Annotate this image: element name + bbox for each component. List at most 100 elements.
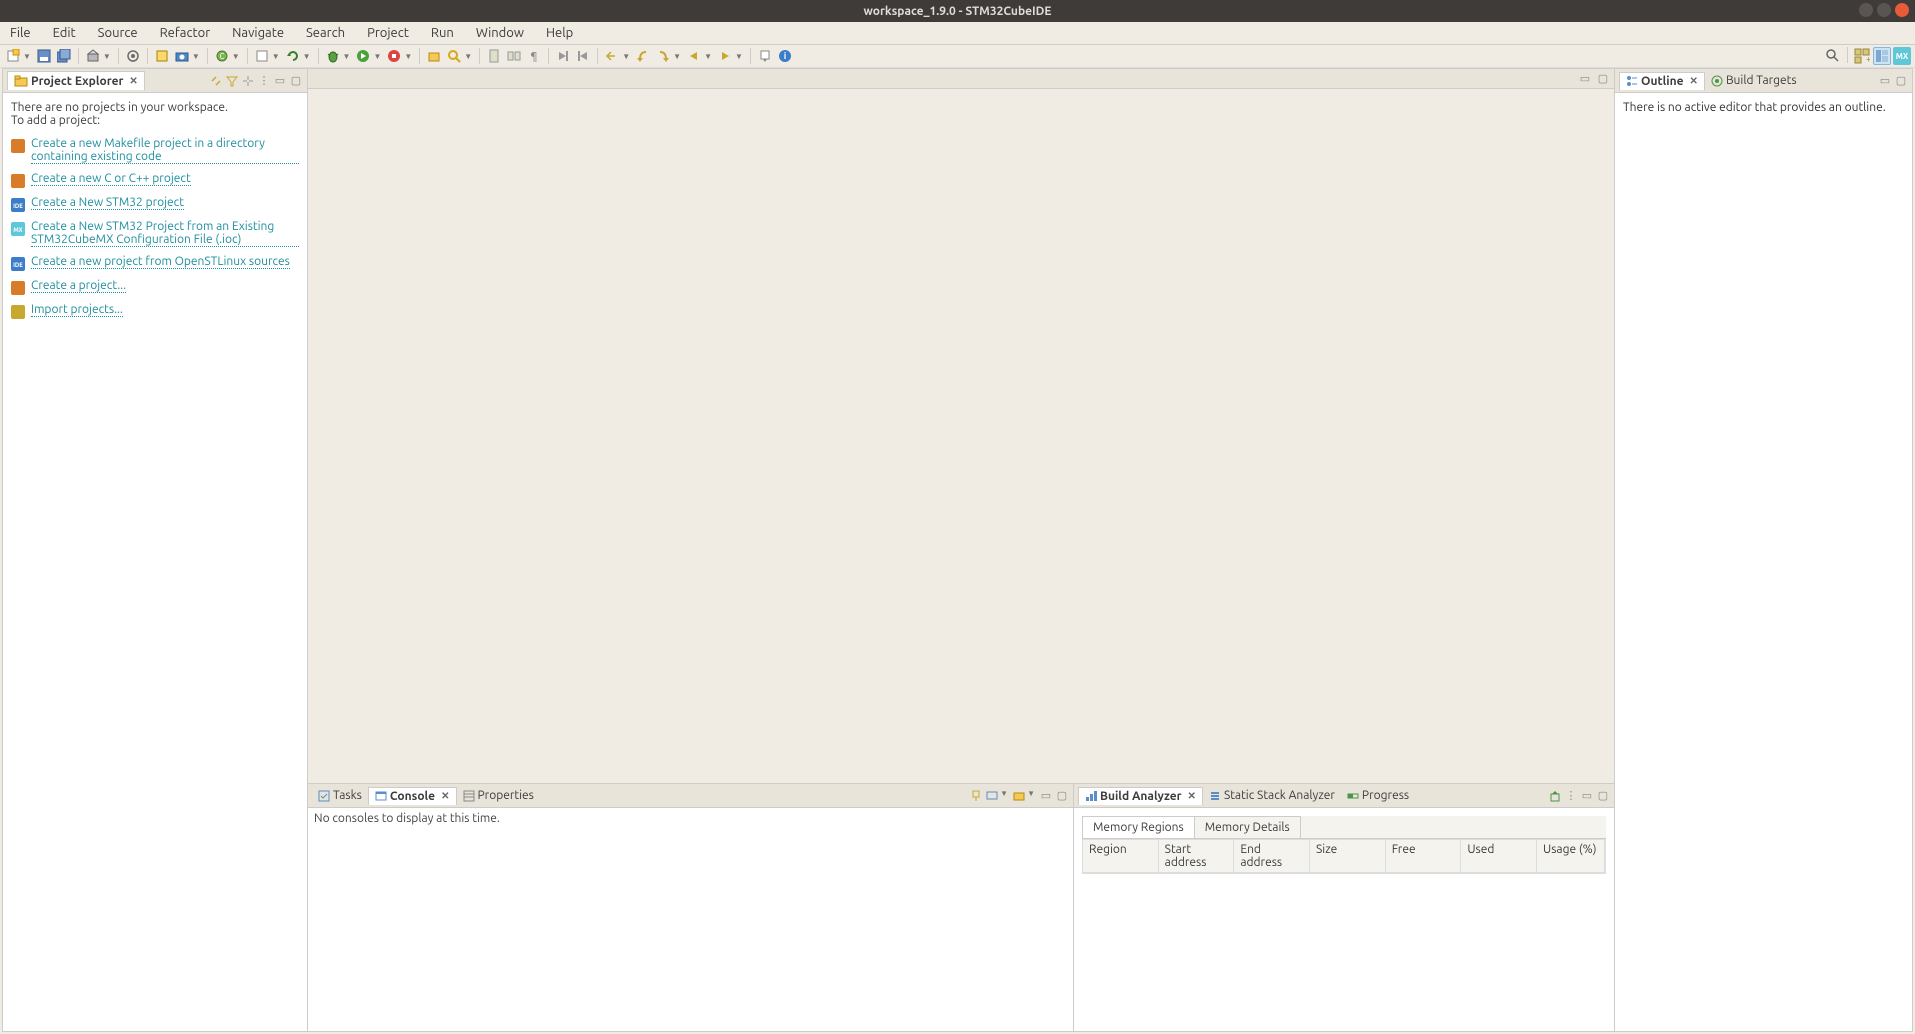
menu-navigate[interactable]: Navigate xyxy=(228,24,288,42)
minimize-icon[interactable]: ▭ xyxy=(1878,74,1892,88)
debug-config-button[interactable] xyxy=(124,47,142,65)
dropdown-icon[interactable]: ▼ xyxy=(622,52,630,61)
minimize-icon[interactable]: ▭ xyxy=(1580,789,1594,803)
maximize-icon[interactable]: ▢ xyxy=(1596,71,1610,85)
close-icon[interactable]: ✕ xyxy=(1188,790,1196,802)
dropdown-icon[interactable]: ▼ xyxy=(103,52,111,61)
focus-icon[interactable] xyxy=(241,74,255,88)
build-analyzer-tab[interactable]: Build Analyzer ✕ xyxy=(1078,787,1203,805)
menu-file[interactable]: File xyxy=(6,24,35,42)
tasks-tab[interactable]: Tasks xyxy=(312,787,368,804)
static-stack-tab[interactable]: Static Stack Analyzer xyxy=(1203,787,1341,804)
project-link[interactable]: Create a New STM32 project xyxy=(31,196,184,210)
pin-button[interactable] xyxy=(756,47,774,65)
open-console-icon[interactable] xyxy=(1012,789,1026,803)
dropdown-icon[interactable]: ▼ xyxy=(704,52,712,61)
dropdown-icon[interactable]: ▼ xyxy=(1000,789,1008,803)
menu-project[interactable]: Project xyxy=(363,24,413,42)
dropdown-icon[interactable]: ▼ xyxy=(735,52,743,61)
menu-edit[interactable]: Edit xyxy=(49,24,80,42)
back-button[interactable] xyxy=(634,47,652,65)
dropdown-icon[interactable]: ▼ xyxy=(673,52,681,61)
open-type-button[interactable]: C xyxy=(213,47,231,65)
dropdown-icon[interactable]: ▼ xyxy=(303,52,311,61)
search-button[interactable] xyxy=(445,47,463,65)
info-button[interactable]: i xyxy=(776,47,794,65)
minimize-icon[interactable]: ▭ xyxy=(1039,789,1053,803)
progress-tab[interactable]: Progress xyxy=(1341,787,1415,804)
project-link[interactable]: Create a New STM32 Project from an Exist… xyxy=(31,220,299,247)
run-button[interactable] xyxy=(354,47,372,65)
prev-annotation-button[interactable] xyxy=(574,47,592,65)
menu-refactor[interactable]: Refactor xyxy=(156,24,215,42)
new-button[interactable] xyxy=(4,47,22,65)
minimize-icon[interactable]: ▭ xyxy=(1578,71,1592,85)
maximize-icon[interactable]: ▢ xyxy=(1894,74,1908,88)
project-link[interactable]: Create a new project from OpenSTLinux so… xyxy=(31,255,290,269)
outline-tab[interactable]: Outline ✕ xyxy=(1619,72,1705,90)
maximize-icon[interactable]: ▢ xyxy=(289,74,303,88)
export-icon[interactable] xyxy=(1548,789,1562,803)
next-annotation-button[interactable] xyxy=(554,47,572,65)
project-link[interactable]: Create a project... xyxy=(31,279,126,293)
save-all-button[interactable] xyxy=(55,47,73,65)
access-search-button[interactable] xyxy=(1824,47,1842,65)
build-column-header[interactable]: Free xyxy=(1386,840,1462,872)
maximize-button[interactable] xyxy=(1877,3,1891,17)
forward-button[interactable] xyxy=(654,47,672,65)
view-menu-icon[interactable]: ⋮ xyxy=(257,74,271,88)
dropdown-icon[interactable]: ▼ xyxy=(192,52,200,61)
dropdown-icon[interactable]: ▼ xyxy=(464,52,472,61)
link-editor-icon[interactable] xyxy=(209,74,223,88)
dropdown-icon[interactable]: ▼ xyxy=(23,52,31,61)
c-perspective-button[interactable] xyxy=(1873,47,1891,65)
close-icon[interactable]: ✕ xyxy=(441,790,449,802)
properties-tab[interactable]: Properties xyxy=(457,787,540,804)
project-link[interactable]: Import projects... xyxy=(31,303,123,317)
project-explorer-tab[interactable]: Project Explorer ✕ xyxy=(7,71,145,90)
dropdown-icon[interactable]: ▼ xyxy=(373,52,381,61)
mx-perspective-button[interactable]: MX xyxy=(1893,47,1911,65)
menu-source[interactable]: Source xyxy=(94,24,142,42)
nav-back-button[interactable] xyxy=(685,47,703,65)
project-link[interactable]: Create a new Makefile project in a direc… xyxy=(31,137,299,164)
toggle-block-button[interactable] xyxy=(505,47,523,65)
pin-console-icon[interactable] xyxy=(969,789,983,803)
open-perspective-button[interactable]: + xyxy=(1853,47,1871,65)
dropdown-icon[interactable]: ▼ xyxy=(232,52,240,61)
dropdown-icon[interactable]: ▼ xyxy=(1027,789,1035,803)
build-column-header[interactable]: Usage (%) xyxy=(1537,840,1605,872)
save-button[interactable] xyxy=(35,47,53,65)
dropdown-icon[interactable]: ▼ xyxy=(272,52,280,61)
build-button[interactable] xyxy=(84,47,102,65)
menu-search[interactable]: Search xyxy=(302,24,349,42)
dropdown-icon[interactable]: ▼ xyxy=(404,52,412,61)
toggle-whitespace-button[interactable]: ¶ xyxy=(525,47,543,65)
build-targets-tab[interactable]: Build Targets xyxy=(1705,72,1803,89)
menu-window[interactable]: Window xyxy=(472,24,528,42)
close-icon[interactable]: ✕ xyxy=(1690,75,1698,87)
dropdown-icon[interactable]: ▼ xyxy=(343,52,351,61)
build-subtab-memory-regions[interactable]: Memory Regions xyxy=(1082,816,1195,838)
filter-icon[interactable] xyxy=(225,74,239,88)
menu-help[interactable]: Help xyxy=(542,24,577,42)
close-window-button[interactable] xyxy=(1895,3,1909,17)
new-class-button[interactable] xyxy=(153,47,171,65)
last-edit-button[interactable] xyxy=(603,47,621,65)
minimize-icon[interactable]: ▭ xyxy=(273,74,287,88)
build-column-header[interactable]: Size xyxy=(1310,840,1386,872)
minimize-button[interactable] xyxy=(1859,3,1873,17)
view-menu-icon[interactable]: ⋮ xyxy=(1564,789,1578,803)
menu-run[interactable]: Run xyxy=(427,24,458,42)
new-launch-button[interactable] xyxy=(253,47,271,65)
project-link[interactable]: Create a new C or C++ project xyxy=(31,172,191,186)
maximize-icon[interactable]: ▢ xyxy=(1596,789,1610,803)
build-column-header[interactable]: Used xyxy=(1461,840,1537,872)
console-tab[interactable]: Console ✕ xyxy=(368,787,457,805)
external-tools-button[interactable] xyxy=(385,47,403,65)
maximize-icon[interactable]: ▢ xyxy=(1055,789,1069,803)
camera-button[interactable] xyxy=(173,47,191,65)
build-subtab-memory-details[interactable]: Memory Details xyxy=(1194,816,1301,838)
debug-button[interactable] xyxy=(324,47,342,65)
open-element-button[interactable] xyxy=(425,47,443,65)
